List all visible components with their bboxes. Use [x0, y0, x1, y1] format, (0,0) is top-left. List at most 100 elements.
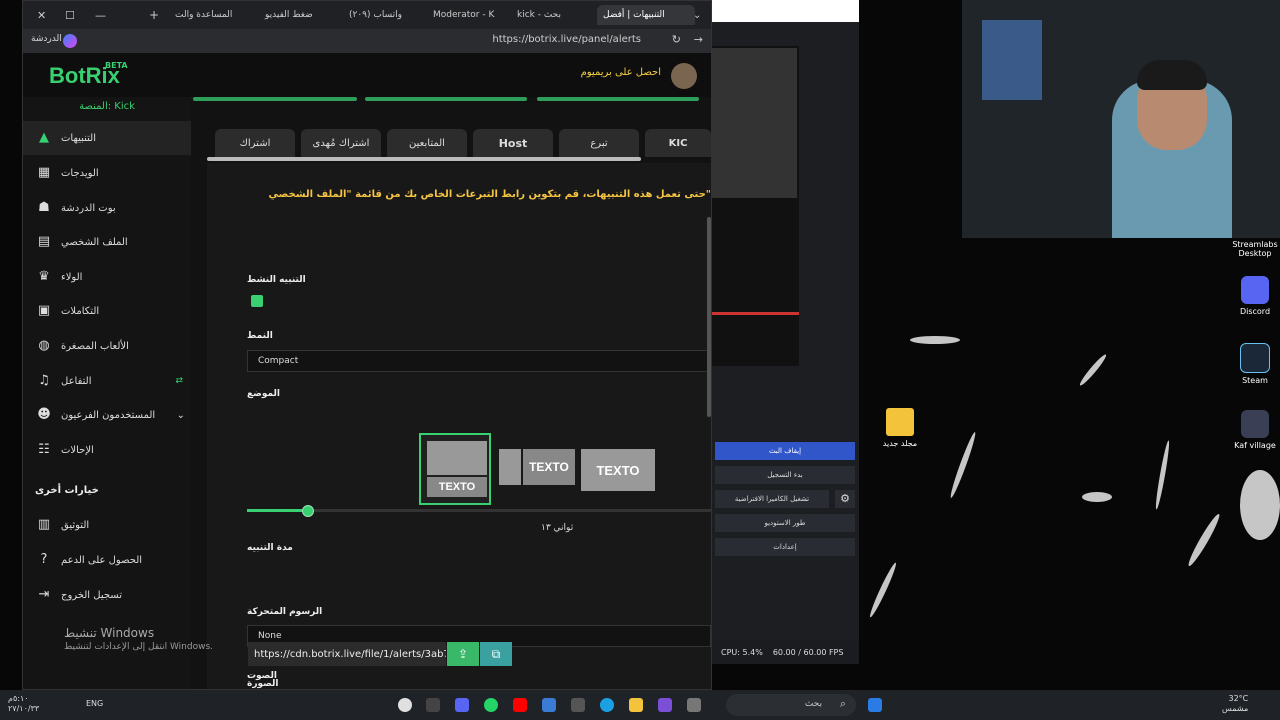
- sidebar-item-subusers[interactable]: ☻ المستخدمون الفرعيون ⌄: [23, 398, 191, 432]
- app-icon[interactable]: [571, 698, 585, 712]
- forward-icon[interactable]: →: [694, 33, 703, 46]
- tab-moderator[interactable]: Moderator - K: [427, 5, 521, 25]
- sidebar-item-referrals[interactable]: ☷ الإحالات: [23, 433, 191, 467]
- sidebar-item-support[interactable]: ? الحصول على الدعم: [23, 543, 191, 577]
- close-icon[interactable]: ✕: [31, 5, 52, 25]
- sidebar-item-loyalty[interactable]: ♛ الولاء: [23, 260, 191, 294]
- weather[interactable]: 32°C مشمس: [1222, 694, 1248, 714]
- tab-kick[interactable]: KIC: [645, 129, 711, 157]
- app-icon[interactable]: [687, 698, 701, 712]
- new-badge-icon: ⇄: [175, 376, 183, 386]
- youtube-icon[interactable]: [513, 698, 527, 712]
- sidebar-item-profile[interactable]: ▤ الملف الشخصي: [23, 225, 191, 259]
- tab-gift-sub[interactable]: اشتراك مُهدى: [301, 129, 381, 157]
- position-option-overlay[interactable]: TEXTO: [581, 449, 655, 491]
- search-icon: ⌕: [839, 697, 846, 710]
- desktop-icon-new-folder[interactable]: مجلد جديد: [870, 408, 930, 448]
- desktop-icon-discord[interactable]: Discord: [1225, 276, 1280, 316]
- tab-alerts[interactable]: التنبيهات | أفضل: [597, 5, 695, 25]
- position-option-stacked[interactable]: TEXTO: [419, 433, 491, 505]
- trophy-icon: ♛: [38, 269, 50, 284]
- obs-virtual-camera-button[interactable]: تشغيل الكاميرا الافتراضية: [715, 490, 829, 508]
- upload-icon[interactable]: ⇪: [447, 642, 479, 666]
- duration-slider-fill: [247, 509, 307, 512]
- tabs-scrollbar[interactable]: [207, 157, 641, 161]
- library-icon[interactable]: ⧉: [480, 642, 512, 666]
- obs-status-bar: CPU: 5.4% 60.00 / 60.00 FPS: [711, 640, 859, 664]
- tab-video-compress[interactable]: ضغط الفيديو: [259, 5, 353, 25]
- obs-studio-mode-button[interactable]: طور الاستوديو: [715, 514, 855, 532]
- tab-donation[interactable]: تبرع: [559, 129, 639, 157]
- chevron-down-icon[interactable]: ⌄: [687, 5, 707, 25]
- tab-whatsapp[interactable]: واتساب (٢٠٩): [343, 5, 437, 25]
- tab-help[interactable]: المساعدة والت: [169, 5, 269, 25]
- whatsapp-icon[interactable]: [484, 698, 498, 712]
- clock[interactable]: ٥:١٠م ٢٧/١٠/٣٣: [8, 694, 39, 714]
- discord-icon[interactable]: [455, 698, 469, 712]
- start-icon[interactable]: [868, 698, 882, 712]
- music-icon: ♫: [38, 373, 50, 388]
- copilot-icon[interactable]: [63, 34, 77, 48]
- sound-label: الصوت: [247, 671, 278, 681]
- desktop-icon-steam[interactable]: Steam: [1225, 343, 1280, 385]
- widgets-icon: ▦: [37, 165, 51, 180]
- obs-stop-stream-button[interactable]: إيقاف البث: [715, 442, 855, 460]
- sidebar-item-alerts[interactable]: ▲ التنبيهات: [23, 121, 191, 155]
- steam-icon: [1240, 343, 1270, 373]
- avatar[interactable]: [671, 63, 697, 89]
- obs-start-recording-button[interactable]: بدء التسجيل: [715, 466, 855, 484]
- obs-settings-button[interactable]: إعدادات: [715, 538, 855, 556]
- sidebar-item-interaction[interactable]: ♫ التفاعل ⇄: [23, 364, 191, 398]
- language-indicator[interactable]: ENG: [86, 699, 103, 708]
- duration-label: مدة التنبيه: [247, 543, 293, 553]
- store-icon[interactable]: [658, 698, 672, 712]
- duration-slider-handle[interactable]: [302, 505, 314, 517]
- alert-settings-panel: حتى تعمل هذه التنبيهات، قم بتكوين رابط ا…: [207, 163, 711, 689]
- integrations-icon: ▣: [37, 303, 51, 318]
- sidebar-item-widgets[interactable]: ▦ الويدجات: [23, 156, 191, 190]
- gear-icon[interactable]: ⚙: [835, 490, 855, 508]
- desktop-icon-kaf-village[interactable]: Kaf village: [1225, 410, 1280, 450]
- content-scrollbar[interactable]: [707, 217, 711, 417]
- tab-kick-search[interactable]: kick - بحث: [511, 5, 605, 25]
- address-bar[interactable]: الدردشة https://botrix.live/panel/alerts…: [23, 29, 711, 53]
- obs-icon[interactable]: [426, 698, 440, 712]
- search-box[interactable]: بحث ⌕: [726, 694, 856, 716]
- chat-label[interactable]: الدردشة: [31, 34, 62, 44]
- app-icon[interactable]: [542, 698, 556, 712]
- animation-label: الرسوم المتحركة: [247, 607, 323, 617]
- desktop-icon-streamlabs[interactable]: Streamlabs Desktop: [1225, 240, 1280, 258]
- tab-host[interactable]: Host: [473, 129, 553, 157]
- tab-subscription[interactable]: اشتراك: [215, 129, 295, 157]
- minimize-icon[interactable]: —: [89, 5, 112, 25]
- chevron-down-icon[interactable]: ⌄: [177, 410, 185, 421]
- media-player-icon[interactable]: [398, 698, 412, 712]
- file-explorer-icon[interactable]: [629, 698, 643, 712]
- new-tab-icon[interactable]: +: [143, 5, 165, 25]
- top-bar: BotRix BETA احصل على بريميوم: [23, 53, 711, 98]
- tab-followers[interactable]: المتابعين: [387, 129, 467, 157]
- sidebar-item-chatbot[interactable]: ☗ بوت الدردشة: [23, 191, 191, 225]
- bot-icon: ☗: [38, 200, 50, 215]
- sidebar-item-integrations[interactable]: ▣ التكاملات: [23, 294, 191, 328]
- stat-card-bar: [365, 97, 527, 101]
- position-option-side-small[interactable]: TEXTO: [499, 449, 575, 485]
- duration-slider[interactable]: [247, 505, 711, 517]
- discord-icon: [1241, 276, 1269, 304]
- botrix-page: BotRix BETA احصل على بريميوم المنصة: Kic…: [23, 53, 711, 689]
- premium-link[interactable]: احصل على بريميوم: [581, 67, 661, 78]
- maximize-icon[interactable]: ☐: [59, 5, 81, 25]
- url-text[interactable]: https://botrix.live/panel/alerts: [492, 34, 641, 45]
- profile-icon: ▤: [37, 234, 51, 249]
- sidebar-item-docs[interactable]: ▥ التوثيق: [23, 508, 191, 542]
- refresh-icon[interactable]: ↻: [672, 33, 681, 46]
- fps-readout: 60.00 / 60.00 FPS: [772, 647, 844, 657]
- style-select[interactable]: Compact: [247, 350, 711, 372]
- image-url-input[interactable]: https://cdn.botrix.live/file/1/alerts/3a…: [248, 642, 446, 666]
- help-icon: ?: [40, 552, 48, 567]
- sidebar-item-logout[interactable]: ⇥ تسجيل الخروج: [23, 578, 191, 612]
- sidebar-item-minigames[interactable]: ◍ الألعاب المصغرة: [23, 329, 191, 363]
- edge-icon[interactable]: [600, 698, 614, 712]
- folder-icon: [886, 408, 914, 436]
- active-alert-checkbox[interactable]: [251, 295, 263, 307]
